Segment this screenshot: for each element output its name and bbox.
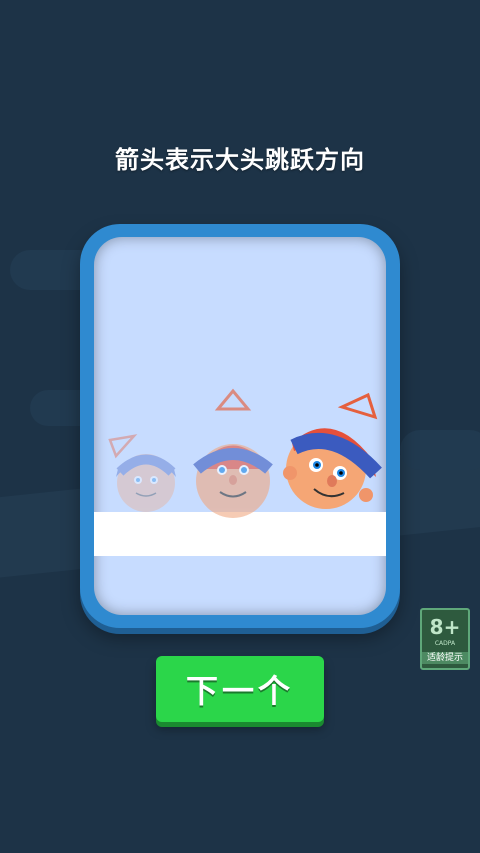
active-character [283,428,382,509]
background-cloud [400,430,480,470]
jump-direction-arrow-icon [337,392,378,420]
age-rating-value: 8+ [429,615,461,639]
age-rating-badge: 8+ CADPA 适龄提示 [420,608,470,670]
jump-demo-illustration [108,388,382,518]
instruction-text: 箭头表示大头跳跃方向 [115,146,365,174]
tutorial-card [80,224,400,628]
age-rating-code: CADPA [434,640,456,647]
tutorial-card-scene [94,237,386,615]
semi-faded-arrow-icon [214,388,252,411]
age-rating-hint: 适龄提示 [422,652,468,664]
faded-arrow-icon [108,434,138,459]
faded-character [116,454,176,512]
semi-faded-character [193,444,273,518]
next-button[interactable]: 下一个 [156,656,324,722]
